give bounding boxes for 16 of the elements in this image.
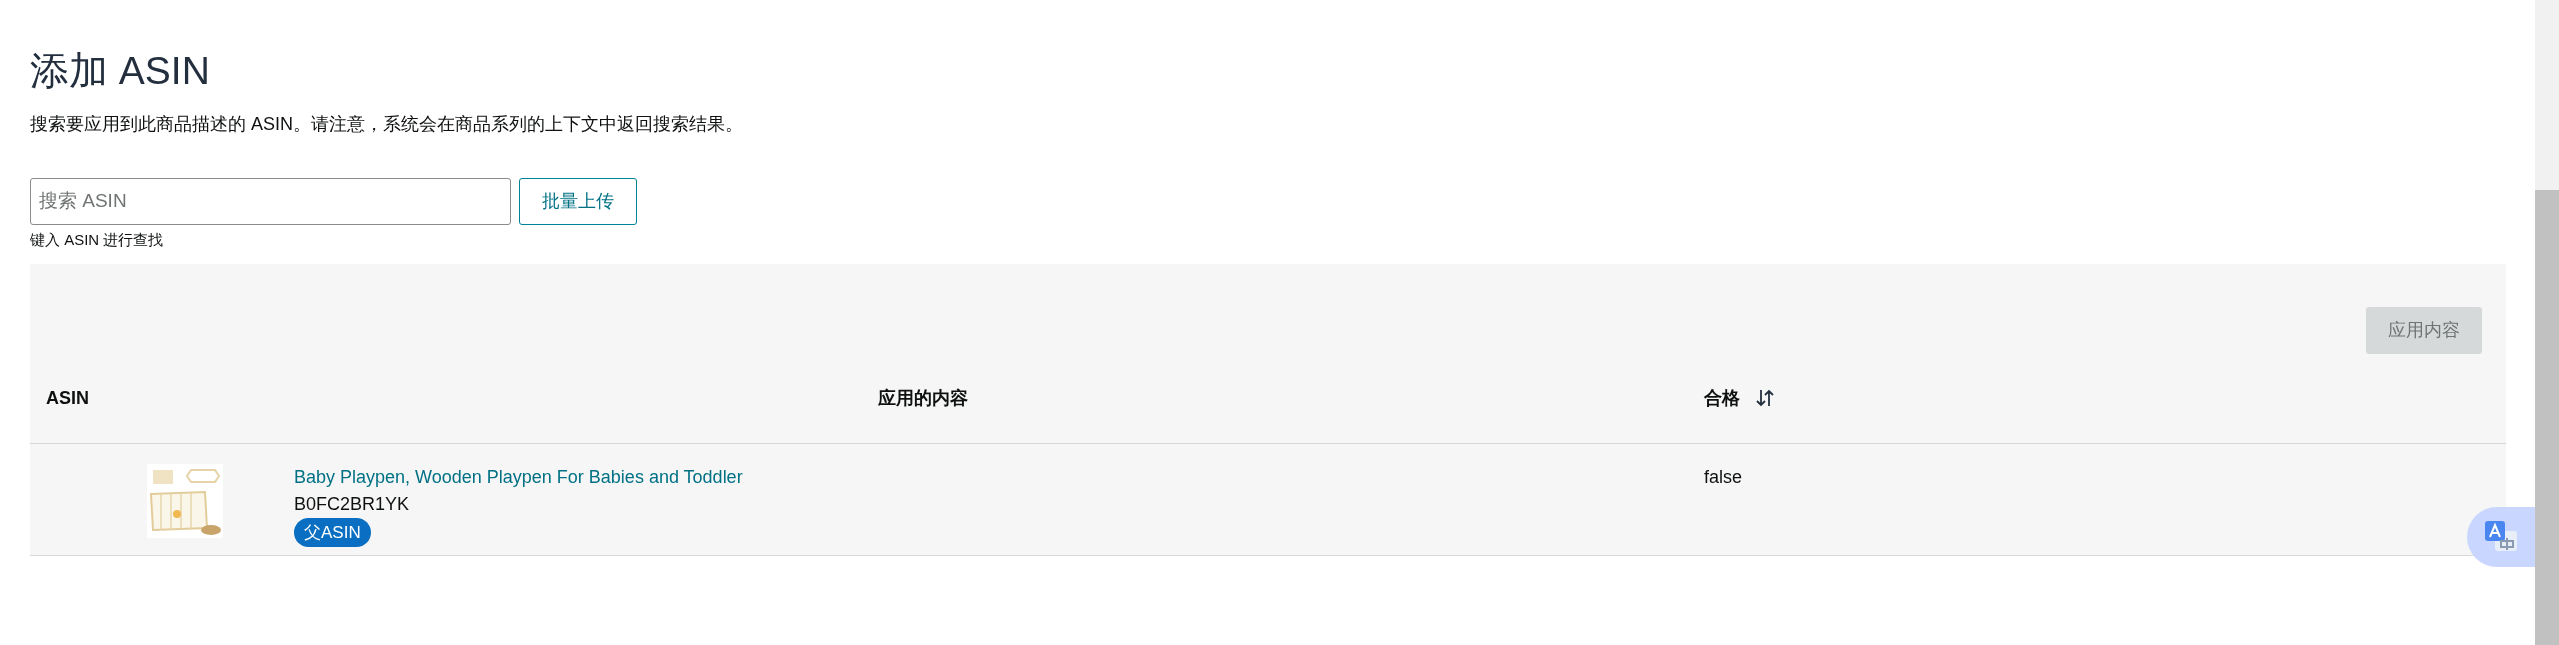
bulk-upload-button[interactable]: 批量上传 bbox=[519, 177, 637, 225]
parent-asin-badge: 父ASIN bbox=[294, 517, 371, 548]
scrollbar[interactable] bbox=[2535, 0, 2559, 645]
product-link[interactable]: Baby Playpen, Wooden Playpen For Babies and Toddler bbox=[294, 463, 743, 491]
eligible-text: false bbox=[1704, 466, 1743, 487]
column-header: 应用的内容 bbox=[878, 386, 968, 410]
column-header: 合格 bbox=[1704, 386, 1740, 410]
hint-text: 键入 ASIN 进行查找 bbox=[30, 229, 164, 250]
sort-icon[interactable] bbox=[1756, 388, 1774, 409]
asin-text: B0FC2BR1YK bbox=[294, 492, 410, 516]
column-header: ASIN bbox=[46, 386, 89, 410]
search-field[interactable]: 搜索 ASIN bbox=[30, 177, 511, 225]
description-text: 搜索要应用到此商品描述的 ASIN。请注意，系统会在商品系列的上下文中返回搜索结果。 bbox=[30, 112, 744, 136]
page-title: 添加 ASIN bbox=[30, 48, 211, 94]
translate-button[interactable] bbox=[2467, 507, 2535, 567]
scrollbar-thumb[interactable] bbox=[2535, 190, 2559, 645]
